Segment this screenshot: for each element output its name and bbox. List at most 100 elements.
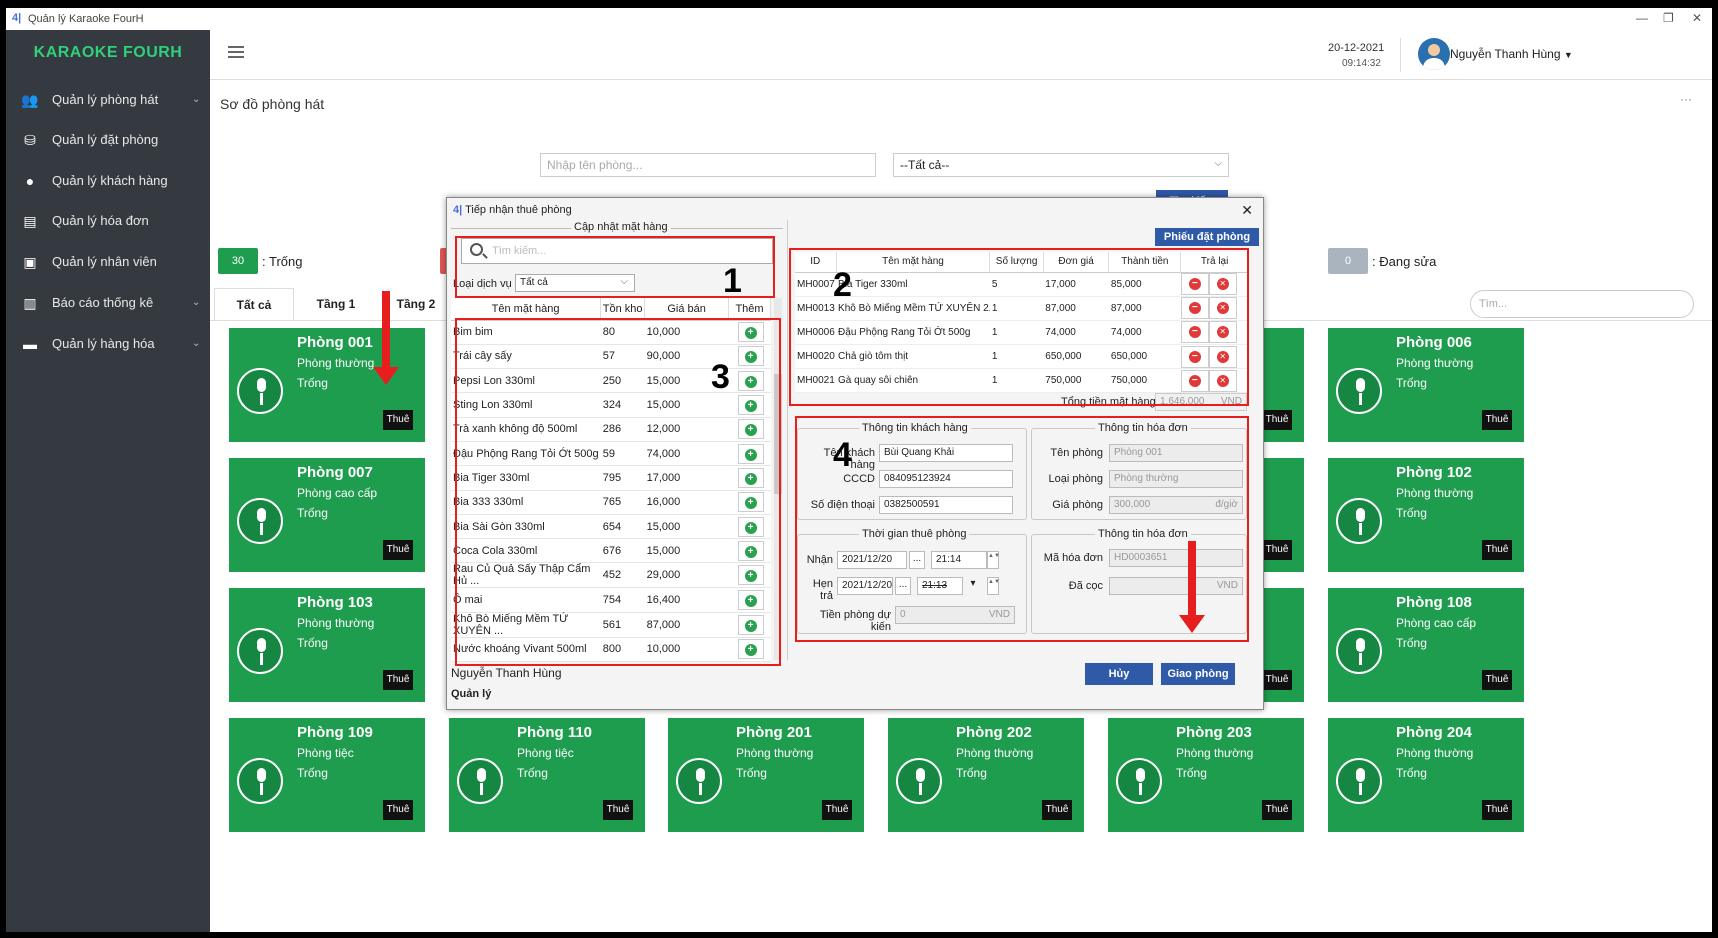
room-name: Phòng 203 [1176, 724, 1252, 741]
room-type: Phòng thường [736, 746, 814, 760]
room-name: Phòng 202 [956, 724, 1032, 741]
rent-button[interactable]: Thuê [822, 800, 852, 820]
tab-floor-1[interactable]: Tầng 1 [296, 288, 376, 320]
microphone-icon [237, 758, 283, 804]
rent-button[interactable]: Thuê [1262, 410, 1292, 430]
sidebar-item-booking[interactable]: ⛁ Quản lý đặt phòng [6, 120, 210, 160]
rent-button[interactable]: Thuê [1262, 670, 1292, 690]
room-name: Phòng 103 [297, 594, 373, 611]
rent-room-dialog: 4| Tiếp nhận thuê phòng ✕ Cập nhật mặt h… [446, 197, 1264, 710]
box-icon: ▬ [23, 336, 37, 352]
sidebar-item-label: Quản lý hàng hóa [52, 336, 155, 351]
annotation-number-4: 4 [833, 436, 852, 474]
sidebar-item-reports[interactable]: ▥ Báo cáo thống kê ⌄ [6, 283, 210, 323]
rent-button[interactable]: Thuê [383, 670, 413, 690]
booking-icon: ⛁ [24, 132, 36, 148]
room-status: Trống [1396, 636, 1427, 650]
title-bar: 4| Quản lý Karaoke FourH — ❐ ✕ [6, 8, 1712, 30]
sidebar-item-customers[interactable]: ● Quản lý khách hàng [6, 161, 210, 201]
sidebar-item-label: Báo cáo thống kê [52, 295, 154, 310]
avatar[interactable] [1418, 38, 1450, 70]
app-window: 4| Quản lý Karaoke FourH — ❐ ✕ KARAOKE F… [6, 8, 1712, 932]
room-card[interactable]: Phòng 007 Phòng cao cấp Trống Thuê [229, 458, 425, 572]
panel-divider [787, 220, 788, 660]
close-window-button[interactable]: ✕ [1692, 11, 1702, 25]
divider [1400, 38, 1401, 72]
microphone-icon [237, 498, 283, 544]
room-card[interactable]: Phòng 110 Phòng tiệc Trống Thuê [449, 718, 645, 832]
rent-button[interactable]: Thuê [1482, 670, 1512, 690]
invoice-icon: ▤ [23, 213, 37, 229]
rent-button[interactable]: Thuê [383, 800, 413, 820]
user-name: Nguyễn Thanh Hùng [1450, 47, 1561, 61]
room-name: Phòng 109 [297, 724, 373, 741]
rent-button[interactable]: Thuê [1262, 540, 1292, 560]
annotation-arrow [1179, 541, 1205, 633]
rent-button[interactable]: Thuê [1262, 800, 1292, 820]
maximize-button[interactable]: ❐ [1663, 11, 1674, 25]
room-status: Trống [1396, 766, 1427, 780]
sidebar-item-rooms[interactable]: 👥 Quản lý phòng hát ⌄ [6, 80, 210, 120]
room-status: Trống [956, 766, 987, 780]
current-date: 20-12-2021 [1328, 42, 1385, 54]
room-status: Trống [1176, 766, 1207, 780]
room-card[interactable]: Phòng 203 Phòng thường Trống Thuê [1108, 718, 1304, 832]
room-status: Trống [1396, 506, 1427, 520]
window-title: Quản lý Karaoke FourH [28, 13, 144, 25]
microphone-icon [1336, 758, 1382, 804]
deliver-room-button[interactable]: Giao phòng [1161, 663, 1235, 685]
tab-all[interactable]: Tất cả [214, 288, 294, 320]
more-options-icon[interactable]: ··· [1680, 92, 1692, 106]
room-name: Phòng 201 [736, 724, 812, 741]
column-header: Thêm [728, 298, 771, 321]
room-card[interactable]: Phòng 103 Phòng thường Trống Thuê [229, 588, 425, 702]
hamburger-menu-icon[interactable] [228, 46, 244, 58]
room-name: Phòng 204 [1396, 724, 1472, 741]
room-type: Phòng thường [1176, 746, 1254, 760]
tab-search-input[interactable]: Tìm... [1470, 290, 1694, 318]
room-filter-select[interactable]: --Tất cả-- ⌵ [893, 153, 1229, 177]
close-icon[interactable]: ✕ [1241, 202, 1253, 219]
booking-slip-button[interactable]: Phiếu đặt phòng [1155, 228, 1259, 246]
selected-value: --Tất cả-- [900, 158, 950, 172]
room-card[interactable]: Phòng 201 Phòng thường Trống Thuê [668, 718, 864, 832]
room-card[interactable]: Phòng 202 Phòng thường Trống Thuê [888, 718, 1084, 832]
rent-button[interactable]: Thuê [1482, 540, 1512, 560]
room-card[interactable]: Phòng 001 Phòng thường Trống Thuê [229, 328, 425, 442]
chevron-down-icon: ⌄ [192, 338, 201, 349]
rent-button[interactable]: Thuê [1482, 410, 1512, 430]
annotation-number-1: 1 [723, 262, 742, 300]
rent-button[interactable]: Thuê [1482, 800, 1512, 820]
room-card[interactable]: Phòng 108 Phòng cao cấp Trống Thuê [1328, 588, 1524, 702]
sidebar-item-invoices[interactable]: ▤ Quản lý hóa đơn [6, 201, 210, 241]
sidebar-item-employees[interactable]: ▣ Quản lý nhân viên [6, 242, 210, 282]
room-type: Phòng thường [1396, 486, 1474, 500]
rent-button[interactable]: Thuê [383, 410, 413, 430]
room-card[interactable]: Phòng 204 Phòng thường Trống Thuê [1328, 718, 1524, 832]
rent-button[interactable]: Thuê [383, 540, 413, 560]
minimize-button[interactable]: — [1636, 11, 1648, 25]
sidebar-item-goods[interactable]: ▬ Quản lý hàng hóa ⌄ [6, 324, 210, 364]
empty-label: : Trống [262, 254, 303, 269]
sidebar-item-label: Quản lý nhân viên [52, 254, 157, 269]
column-header: Tồn kho [600, 298, 646, 321]
room-search-input[interactable]: Nhập tên phòng... [540, 153, 876, 177]
column-header: Giá bán [644, 298, 730, 321]
room-status: Trống [297, 376, 328, 390]
caret-down-icon: ▼ [1563, 50, 1573, 60]
room-card[interactable]: Phòng 006 Phòng thường Trống Thuê [1328, 328, 1524, 442]
employee-role: Quản lý [451, 688, 492, 700]
microphone-icon [1116, 758, 1162, 804]
room-type: Phòng thường [1396, 356, 1474, 370]
annotation-box-4 [795, 416, 1249, 642]
rent-button[interactable]: Thuê [603, 800, 633, 820]
repair-label: : Đang sửa [1372, 254, 1437, 269]
room-card[interactable]: Phòng 109 Phòng tiệc Trống Thuê [229, 718, 425, 832]
microphone-icon [237, 628, 283, 674]
room-status: Trống [297, 766, 328, 780]
room-status: Trống [736, 766, 767, 780]
rent-button[interactable]: Thuê [1042, 800, 1072, 820]
room-card[interactable]: Phòng 102 Phòng thường Trống Thuê [1328, 458, 1524, 572]
cancel-button[interactable]: Hủy [1085, 663, 1153, 685]
user-menu[interactable]: Nguyễn Thanh Hùng ▼ [1450, 47, 1573, 61]
